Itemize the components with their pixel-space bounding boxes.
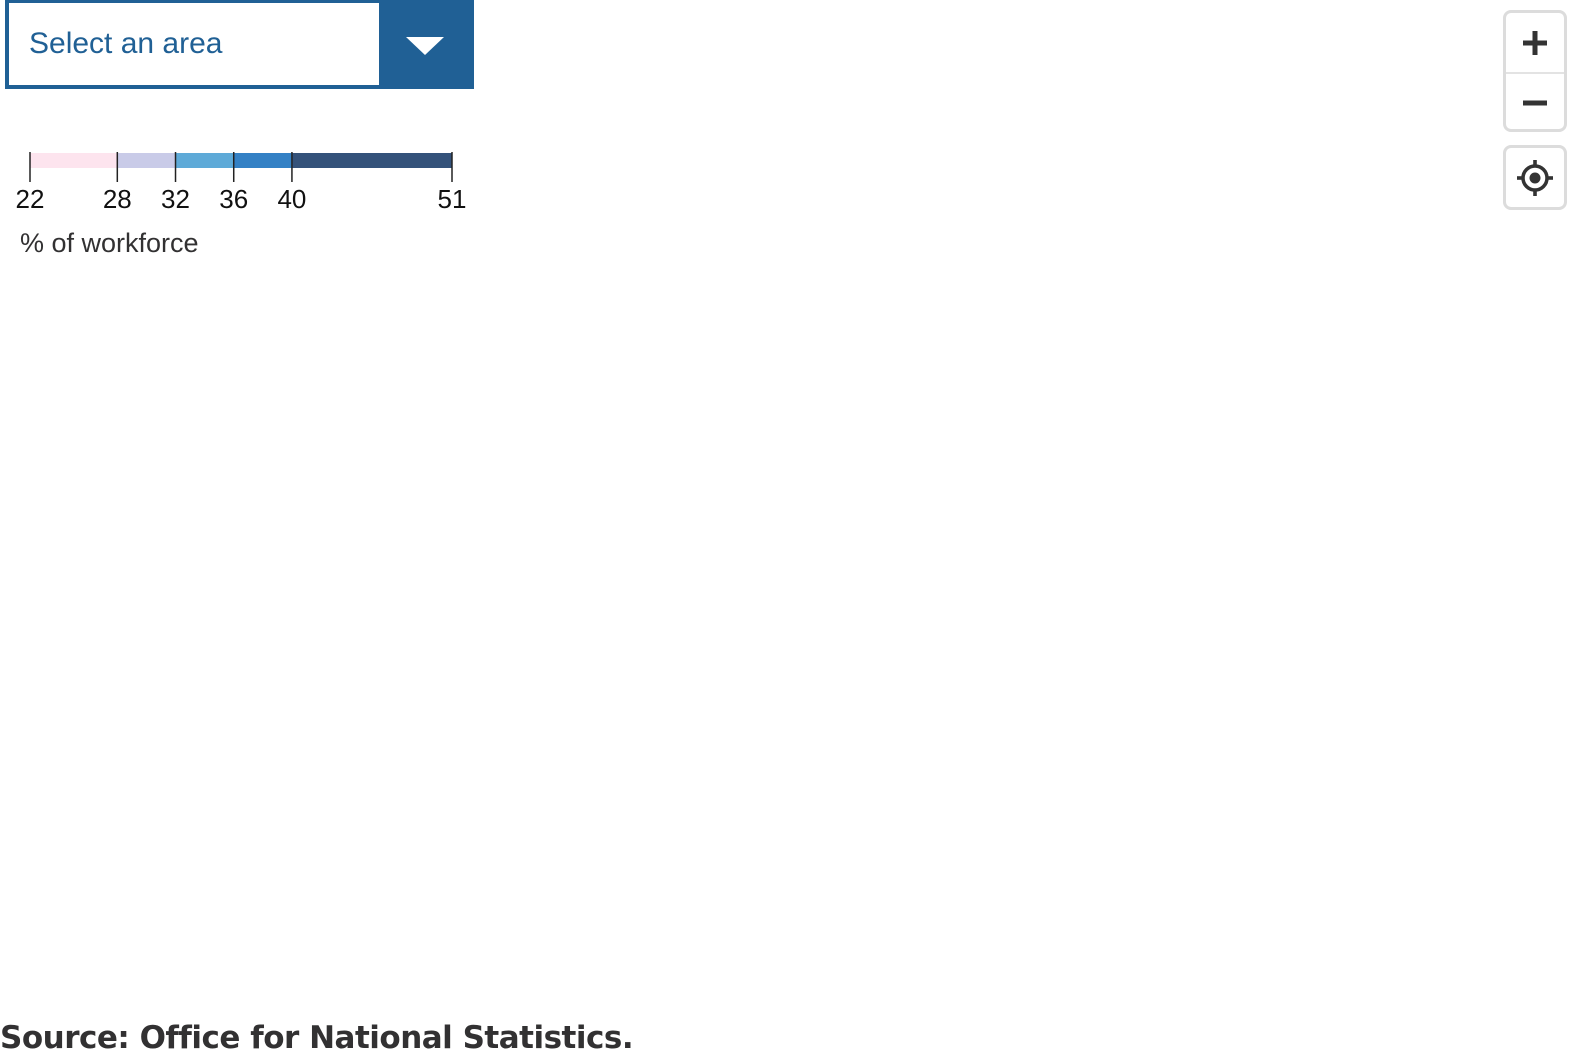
minus-icon [1523, 100, 1547, 105]
crosshair-icon [1517, 159, 1553, 196]
legend-tick-label: 32 [161, 184, 190, 214]
legend-tick-label: 22 [16, 184, 45, 214]
legend-tick-label: 36 [219, 184, 248, 214]
legend-scale: 22 28 32 36 40 51 [16, 152, 467, 214]
legend-swatch [291, 153, 452, 168]
legend-swatch [30, 153, 118, 168]
source-note: Source: Office for National Statistics. [0, 1020, 634, 1056]
legend-unit-label: % of workforce [20, 228, 199, 258]
zoom-controls [1503, 10, 1567, 132]
legend-tick-label: 28 [103, 184, 132, 214]
legend-swatch [175, 153, 234, 168]
legend-tick-label: 40 [277, 184, 306, 214]
area-select-dropdown[interactable]: Select an area [5, 0, 474, 89]
legend-swatch [117, 153, 176, 168]
plus-icon [1523, 30, 1547, 55]
area-select-placeholder[interactable]: Select an area [9, 3, 379, 85]
legend-tick-label: 51 [438, 184, 467, 214]
area-select-toggle-button[interactable] [379, 3, 470, 85]
zoom-out-button[interactable] [1506, 72, 1564, 129]
locate-button[interactable] [1503, 145, 1567, 210]
map-legend: 22 28 32 36 40 51 % of workforce [0, 140, 500, 280]
chevron-down-icon [405, 37, 444, 55]
zoom-in-button[interactable] [1506, 13, 1564, 72]
legend-swatch [233, 153, 292, 168]
